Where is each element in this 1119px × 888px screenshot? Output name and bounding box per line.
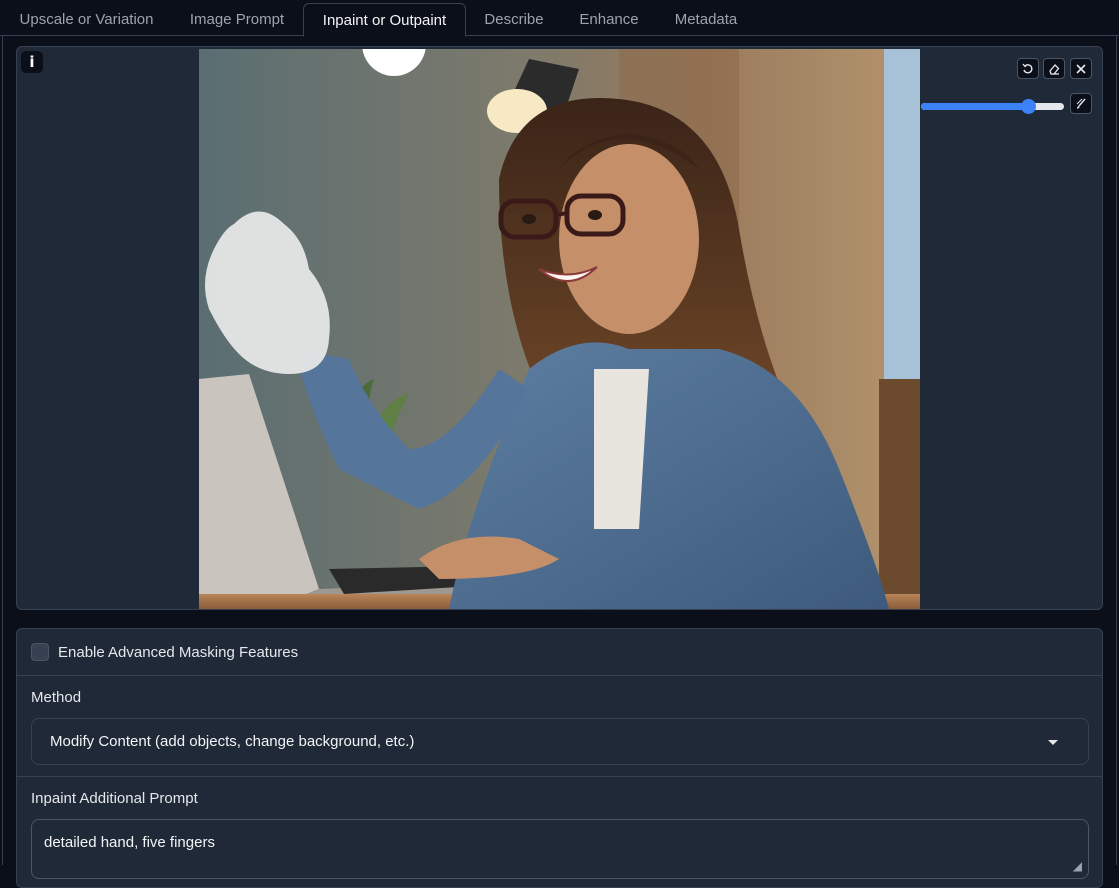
method-select[interactable]: Modify Content (add objects, change back… (31, 718, 1089, 765)
tab-enhance[interactable]: Enhance (566, 3, 652, 36)
advanced-masking-row[interactable]: Enable Advanced Masking Features (17, 629, 1102, 676)
tab-describe[interactable]: Describe (470, 3, 558, 36)
slider-track (921, 103, 1064, 110)
close-icon[interactable] (1070, 58, 1092, 79)
undo-icon[interactable] (1017, 58, 1039, 79)
inpaint-prompt-label: Inpaint Additional Prompt (31, 790, 198, 807)
chevron-down-icon (1048, 740, 1058, 745)
inpaint-settings-panel: Enable Advanced Masking Features Method … (16, 628, 1103, 888)
tab-upscale-or-variation[interactable]: Upscale or Variation (8, 3, 165, 36)
tab-bar: Upscale or Variation Image Prompt Inpain… (0, 0, 1119, 37)
advanced-masking-label: Enable Advanced Masking Features (58, 643, 299, 661)
tab-image-prompt[interactable]: Image Prompt (173, 3, 301, 36)
info-icon[interactable]: i (21, 51, 43, 73)
slider-thumb[interactable] (1021, 99, 1037, 114)
eraser-icon[interactable] (1043, 58, 1065, 79)
slider-fill (921, 103, 1029, 110)
image-canvas[interactable] (199, 49, 920, 609)
tab-inpaint-or-outpaint[interactable]: Inpaint or Outpaint (303, 3, 466, 37)
tab-metadata[interactable]: Metadata (660, 3, 752, 36)
photo (199, 49, 920, 609)
image-editor: i (16, 46, 1103, 610)
inpaint-prompt-input[interactable]: detailed hand, five fingers (31, 819, 1089, 879)
brush-size-slider[interactable] (921, 99, 1064, 114)
advanced-masking-checkbox[interactable] (31, 643, 49, 661)
method-value: Modify Content (add objects, change back… (50, 733, 415, 750)
method-label: Method (31, 689, 82, 706)
brush-icon[interactable] (1070, 93, 1092, 114)
divider (17, 776, 1102, 777)
resize-grip-icon[interactable]: ◢ (1073, 859, 1082, 873)
